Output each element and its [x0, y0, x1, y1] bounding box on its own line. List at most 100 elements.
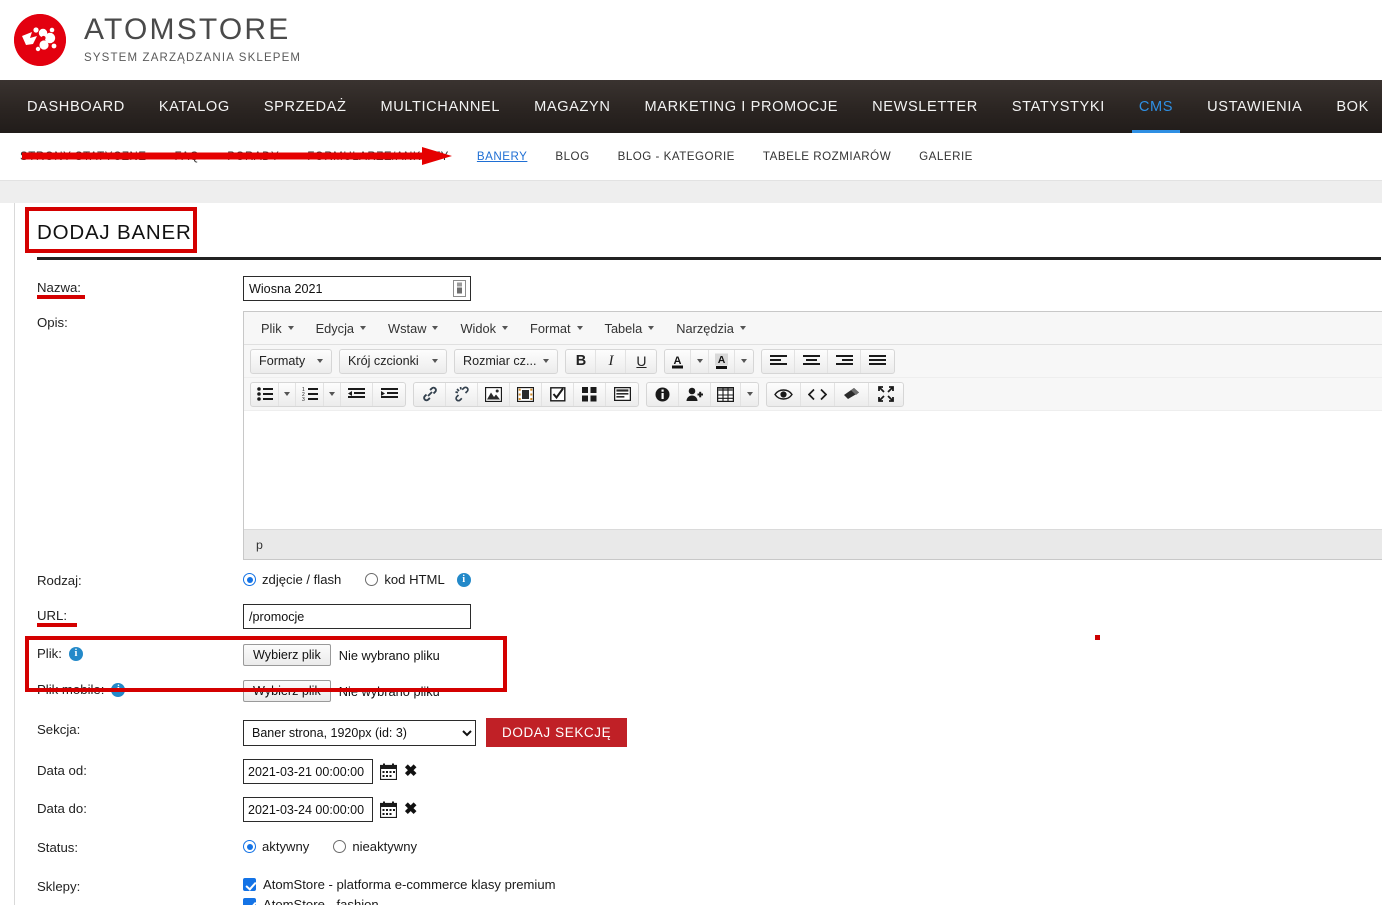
info-icon[interactable] — [647, 382, 679, 406]
editor-menu-tabela[interactable]: Tabela — [594, 317, 666, 340]
font-family-dropdown[interactable]: Krój czcionki — [340, 350, 446, 373]
label-opis: Opis: — [37, 315, 68, 330]
align-center-icon[interactable] — [795, 349, 829, 373]
subnav-item-formularze-ankiety[interactable]: FORMULARZE/ANKIETY — [293, 150, 463, 163]
nav-item-ustawienia[interactable]: USTAWIENIA — [1190, 80, 1319, 133]
nav-item-sprzedaz[interactable]: SPRZEDAŻ — [247, 80, 364, 133]
toolbar-group-font-family: Krój czcionki — [339, 348, 447, 374]
clear-data-od-icon[interactable]: ✖ — [404, 763, 417, 780]
insert-media-icon[interactable] — [510, 382, 542, 406]
subnav-item-banery[interactable]: BANERY — [463, 150, 541, 163]
url-input[interactable] — [243, 604, 471, 629]
calendar-icon[interactable] — [380, 763, 397, 780]
editor-menu-plik[interactable]: Plik — [250, 317, 305, 340]
editor-menu-edycja[interactable]: Edycja — [305, 317, 377, 340]
page-blocks-icon[interactable] — [574, 382, 606, 406]
rich-text-editor: Plik Edycja Wstaw Widok Format Tabela Na… — [243, 311, 1382, 560]
label-plik-mobile: Plik mobile: — [37, 682, 105, 697]
source-code-icon[interactable] — [801, 382, 835, 406]
add-user-icon[interactable] — [679, 382, 711, 406]
editor-menu-wstaw[interactable]: Wstaw — [377, 317, 449, 340]
label-status: Status: — [37, 840, 79, 855]
nav-item-statystyki[interactable]: STATYSTYKI — [995, 80, 1122, 133]
editor-menu-format[interactable]: Format — [519, 317, 594, 340]
align-right-icon[interactable] — [828, 349, 862, 373]
insert-table-icon[interactable] — [711, 382, 741, 406]
nav-item-bok[interactable]: BOK — [1319, 80, 1382, 133]
checkbox-sklep-fashion[interactable]: AtomStore - fashion — [243, 897, 1382, 905]
editor-menu-narzedzia[interactable]: Narzędzia — [665, 317, 757, 340]
plik-choose-file-button[interactable]: Wybierz plik — [243, 644, 331, 666]
checkbox-icon[interactable] — [542, 382, 574, 406]
subnav-item-blog[interactable]: BLOG — [541, 150, 603, 163]
toolbar-group-insert — [413, 381, 639, 407]
radio-status-nieaktywny[interactable]: nieaktywny — [333, 839, 417, 854]
calendar-icon[interactable] — [380, 801, 397, 818]
editor-toolbar-row-1: Formaty Krój czcionki Rozmiar cz... B I … — [244, 345, 1382, 378]
fullscreen-icon[interactable] — [869, 383, 903, 406]
subnav-item-galerie[interactable]: GALERIE — [905, 150, 987, 163]
editor-content-area[interactable] — [244, 411, 1382, 529]
text-color-dropdown-icon[interactable] — [691, 349, 710, 373]
unlink-icon[interactable] — [446, 382, 478, 406]
background-color-dropdown-icon[interactable] — [735, 350, 753, 373]
form-row-data-od: Data od: ✖ — [37, 759, 1382, 785]
data-do-input[interactable] — [243, 797, 373, 822]
data-od-input[interactable] — [243, 759, 373, 784]
add-section-button[interactable]: DODAJ SEKCJĘ — [486, 718, 628, 747]
info-icon-plik-mobile[interactable]: i — [111, 682, 126, 697]
font-size-label: Rozmiar cz... — [463, 354, 537, 368]
background-color-icon[interactable]: A — [709, 349, 736, 373]
italic-icon[interactable]: I — [596, 349, 627, 373]
insert-image-icon[interactable] — [478, 382, 510, 406]
insert-table-dropdown-icon[interactable] — [741, 383, 758, 406]
checkbox-sklep-premium[interactable]: AtomStore - platforma e-commerce klasy p… — [243, 877, 1382, 892]
preview-eye-icon[interactable] — [767, 382, 801, 406]
sekcja-select[interactable]: Baner strona, 1920px (id: 3) — [243, 719, 476, 746]
clear-data-do-icon[interactable]: ✖ — [404, 801, 417, 818]
formats-dropdown[interactable]: Formaty — [251, 350, 331, 373]
template-icon[interactable] — [606, 383, 638, 406]
link-icon[interactable] — [414, 382, 446, 406]
nav-item-marketing-i-promocje[interactable]: MARKETING I PROMOCJE — [627, 80, 855, 133]
toolbar-group-typography: B I U — [565, 348, 658, 374]
outdent-icon[interactable] — [341, 382, 373, 406]
bullet-list-icon[interactable] — [251, 382, 279, 406]
nav-item-newsletter[interactable]: NEWSLETTER — [855, 80, 995, 133]
nav-item-dashboard[interactable]: DASHBOARD — [10, 80, 142, 133]
nav-item-cms[interactable]: CMS — [1122, 80, 1190, 133]
nav-item-magazyn[interactable]: MAGAZYN — [517, 80, 627, 133]
align-justify-icon[interactable] — [861, 350, 894, 373]
radio-rodzaj-zdjecie-flash[interactable]: zdjęcie / flash — [243, 572, 341, 587]
nav-item-multichannel[interactable]: MULTICHANNEL — [363, 80, 517, 133]
radio-status-aktywny[interactable]: aktywny — [243, 839, 309, 854]
subnav-item-tabele-rozmiarow[interactable]: TABELE ROZMIARÓW — [749, 150, 905, 163]
nav-item-katalog[interactable]: KATALOG — [142, 80, 247, 133]
subnav-item-strony-statyczne[interactable]: STRONY STATYCZNE — [16, 150, 161, 163]
info-icon-plik[interactable]: i — [68, 646, 83, 661]
field-status: aktywny nieaktywny — [243, 836, 1382, 854]
nazwa-input[interactable] — [243, 276, 471, 301]
field-rodzaj: zdjęcie / flash kod HTML i — [243, 569, 1382, 587]
eraser-icon[interactable] — [835, 382, 869, 406]
numbered-list-icon[interactable]: 123 — [296, 382, 324, 406]
subnav-item-faq[interactable]: FAQ — [161, 150, 214, 163]
chevron-down-icon — [741, 359, 748, 363]
radio-rodzaj-kod-html[interactable]: kod HTML — [365, 572, 445, 587]
bullet-list-dropdown-icon[interactable] — [279, 382, 296, 406]
numbered-list-dropdown-icon[interactable] — [324, 382, 341, 406]
subnav-item-blog-kategorie[interactable]: BLOG - KATEGORIE — [604, 150, 749, 163]
subnav-item-porady[interactable]: PORADY — [213, 150, 293, 163]
text-color-icon[interactable]: A — [665, 349, 692, 373]
plik-mobile-choose-file-button[interactable]: Wybierz plik — [243, 680, 331, 702]
indent-icon[interactable] — [373, 383, 405, 406]
info-icon-kod-html[interactable]: i — [456, 572, 471, 587]
font-size-dropdown[interactable]: Rozmiar cz... — [455, 350, 557, 373]
editor-menu-widok[interactable]: Widok — [449, 317, 519, 340]
toolbar-group-font-size: Rozmiar cz... — [454, 348, 559, 374]
bold-icon[interactable]: B — [566, 349, 597, 373]
label-rodzaj: Rodzaj: — [37, 573, 82, 588]
align-left-icon[interactable] — [762, 349, 796, 373]
underline-icon[interactable]: U — [626, 350, 656, 373]
form-row-url: URL: — [37, 604, 1382, 630]
